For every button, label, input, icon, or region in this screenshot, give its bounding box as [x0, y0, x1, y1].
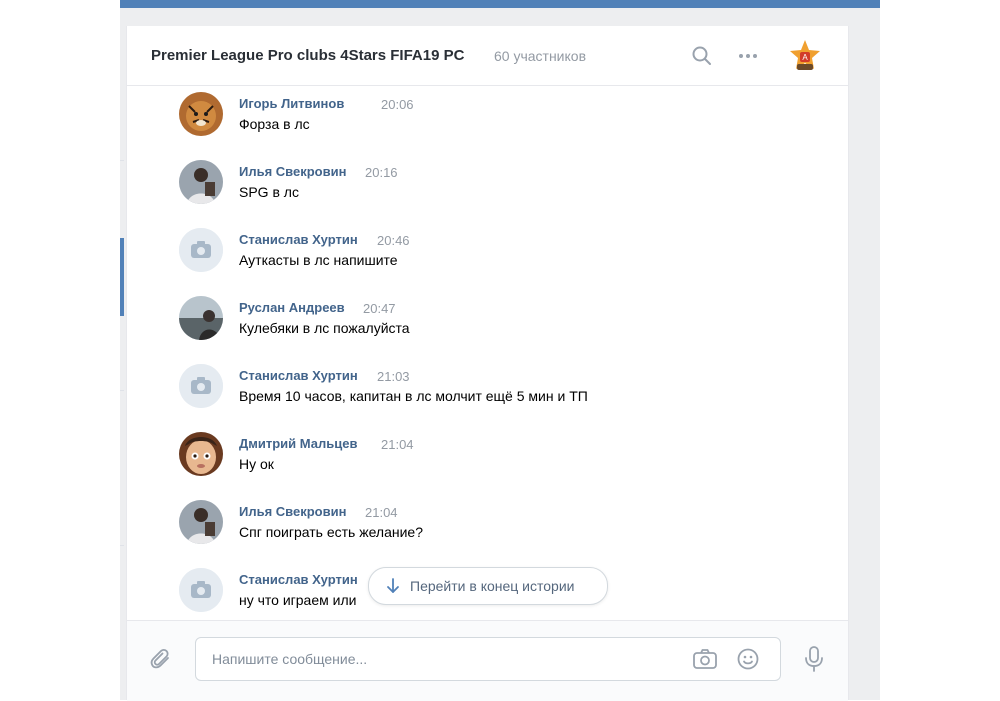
more-options-icon[interactable] [736, 44, 760, 68]
message-time: 21:03 [377, 369, 410, 384]
message-text: Ну ок [239, 456, 274, 472]
message-author[interactable]: Станислав Хуртин [239, 368, 358, 383]
members-count[interactable]: 60 участников [494, 48, 586, 64]
message-author[interactable]: Станислав Хуртин [239, 232, 358, 247]
jump-to-end-button[interactable]: Перейти в конец истории [368, 567, 608, 605]
svg-text:A: A [802, 53, 808, 62]
tiger-avatar[interactable] [179, 92, 223, 136]
message-text: Форза в лс [239, 116, 310, 132]
message-composer: Напишите сообщение... [127, 620, 848, 701]
left-nav-divider [120, 390, 124, 391]
left-nav-active-indicator [120, 238, 124, 316]
camera-placeholder-avatar[interactable] [179, 228, 223, 272]
message-text: SPG в лс [239, 184, 299, 200]
message-time: 20:47 [363, 301, 396, 316]
jump-to-end-label: Перейти в конец истории [410, 578, 575, 594]
message-time: 21:04 [381, 437, 414, 452]
message-item: Дмитрий Мальцев 21:04 Ну ок [127, 430, 848, 490]
search-icon[interactable] [690, 44, 714, 68]
message-input[interactable]: Напишите сообщение... [195, 637, 781, 681]
message-input-placeholder: Напишите сообщение... [212, 651, 368, 667]
message-author[interactable]: Илья Свекровин [239, 164, 346, 179]
message-time: 20:16 [365, 165, 398, 180]
emoji-icon[interactable] [736, 647, 760, 671]
arrow-down-icon [386, 578, 400, 594]
message-text: Спг поиграть есть желание? [239, 524, 423, 540]
message-author[interactable]: Игорь Литвинов [239, 96, 344, 111]
message-author[interactable]: Станислав Хуртин [239, 572, 358, 587]
message-list[interactable]: Игорь Литвинов 20:06 Форза в лс Илья Све… [127, 86, 848, 620]
message-author[interactable]: Руслан Андреев [239, 300, 345, 315]
camera-placeholder-avatar[interactable] [179, 568, 223, 612]
chat-header: Premier League Pro clubs 4Stars FIFA19 P… [127, 26, 848, 86]
left-nav-divider [120, 160, 124, 161]
group-avatar[interactable]: A [787, 38, 823, 74]
message-item: Станислав Хуртин 21:03 Время 10 часов, к… [127, 362, 848, 422]
message-author[interactable]: Илья Свекровин [239, 504, 346, 519]
camera-icon[interactable] [692, 647, 718, 671]
message-item: Руслан Андреев 20:47 Кулебяки в лс пожал… [127, 294, 848, 354]
message-text: Кулебяки в лс пожалуйста [239, 320, 410, 336]
paperclip-icon[interactable] [149, 647, 173, 671]
microphone-icon[interactable] [802, 645, 826, 673]
message-author[interactable]: Дмитрий Мальцев [239, 436, 357, 451]
person-avatar[interactable] [179, 500, 223, 544]
message-time: 20:46 [377, 233, 410, 248]
camera-placeholder-avatar[interactable] [179, 364, 223, 408]
message-text: ну что играем или [239, 592, 357, 608]
face-avatar[interactable] [179, 432, 223, 476]
message-text: Время 10 часов, капитан в лс молчит ещё … [239, 388, 588, 404]
message-item: Илья Свекровин 21:04 Спг поиграть есть ж… [127, 498, 848, 558]
message-time: 21:04 [365, 505, 398, 520]
top-navigation-bar [120, 0, 880, 8]
message-item: Станислав Хуртин 20:46 Ауткасты в лс нап… [127, 226, 848, 286]
person-avatar[interactable] [179, 296, 223, 340]
message-item: Игорь Литвинов 20:06 Форза в лс [127, 90, 848, 150]
message-item: Илья Свекровин 20:16 SPG в лс [127, 158, 848, 218]
chat-panel: Premier League Pro clubs 4Stars FIFA19 P… [126, 26, 849, 701]
chat-title[interactable]: Premier League Pro clubs 4Stars FIFA19 P… [151, 47, 464, 64]
person-avatar[interactable] [179, 160, 223, 204]
left-nav-divider [120, 545, 124, 546]
message-time: 20:06 [381, 97, 414, 112]
message-text: Ауткасты в лс напишите [239, 252, 398, 268]
